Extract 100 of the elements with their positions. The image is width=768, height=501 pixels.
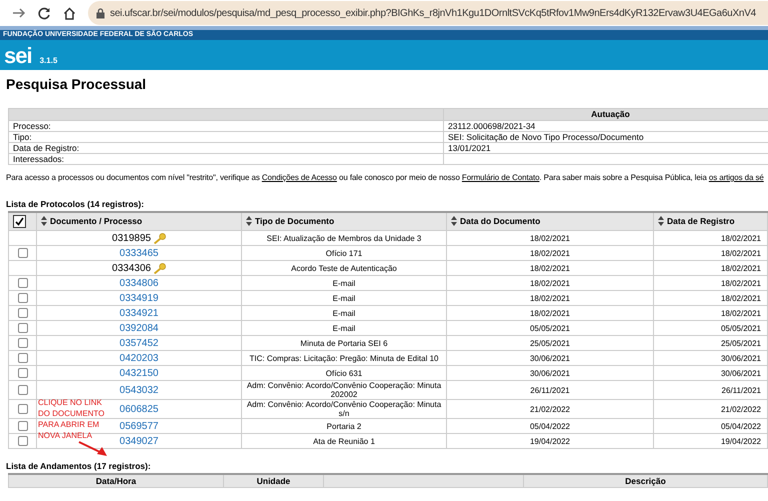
- table-cell: 26/11/2021: [446, 380, 654, 400]
- table-cell: 05/05/2021: [654, 320, 768, 336]
- table-cell: E-mail: [242, 290, 446, 306]
- row-checkbox[interactable]: [18, 385, 28, 395]
- table-cell: 18/02/2021: [446, 276, 654, 290]
- table-cell: Ofício 171: [242, 246, 446, 260]
- table-cell: SEI: Solicitação de Novo Tipo Processo/Documento: [444, 132, 768, 142]
- access-notice: Para acesso a processos ou documentos com nível "restrito", verifique as Condições de Acesso ou fale conosco por meio de nosso Formulário de Contato. Para saber mais sobre a Pesquisa Pública, leia os artigos da sé: [6, 172, 765, 184]
- column-header[interactable]: Documento / Processo: [36, 212, 242, 230]
- section-title: Lista de Andamentos (17 registros):: [6, 461, 152, 473]
- table-cell: Interessados:: [8, 154, 444, 164]
- column-header: Autuação: [444, 108, 768, 120]
- document-link[interactable]: 0334806: [120, 278, 158, 288]
- table-cell: 30/06/2021: [446, 366, 654, 380]
- table-cell: Minuta de Portaria SEI 6: [242, 336, 446, 350]
- column-header[interactable]: Data do Documento: [446, 212, 654, 230]
- text-link[interactable]: Formulário de Contato: [462, 173, 540, 182]
- column-header: Unidade: [256, 476, 290, 486]
- table-cell: 23112.000698/2021-34: [444, 120, 768, 132]
- table-cell: 18/02/2021: [654, 306, 768, 320]
- row-checkbox[interactable]: [18, 404, 28, 414]
- document-number: 0334306: [112, 264, 151, 272]
- column-header: Descrição: [625, 476, 666, 486]
- table-cell: 30/06/2021: [446, 350, 654, 366]
- table-cell: Adm: Convênio: Acordo/Convênio Cooperação: Minuta 202002: [242, 380, 446, 400]
- table-cell: 25/05/2021: [654, 336, 768, 350]
- table-cell: 13/01/2021: [444, 142, 768, 154]
- row-checkbox[interactable]: [18, 278, 28, 288]
- home-icon[interactable]: [63, 6, 76, 20]
- text-link[interactable]: os artigos da sé: [708, 173, 764, 182]
- table-cell: Ata de Reunião 1: [242, 434, 446, 448]
- table-cell: 05/04/2022: [446, 418, 654, 434]
- document-link[interactable]: 0334919: [120, 292, 158, 304]
- logo: sei: [4, 45, 32, 67]
- row-checkbox[interactable]: [18, 338, 28, 348]
- sort-icon[interactable]: [41, 216, 47, 226]
- table-cell: 18/02/2021: [654, 290, 768, 306]
- table-cell: E-mail: [242, 306, 446, 320]
- table-cell: Acordo Teste de Autenticação: [242, 260, 446, 276]
- row-checkbox[interactable]: [18, 421, 28, 431]
- table-cell: 18/02/2021: [446, 246, 654, 260]
- table-cell: 30/06/2021: [654, 350, 768, 366]
- row-checkbox[interactable]: [18, 353, 28, 363]
- table-cell: 25/05/2021: [446, 336, 654, 350]
- table-cell: 21/02/2022: [446, 400, 654, 418]
- table-cell: 30/06/2021: [654, 366, 768, 380]
- table-cell: 18/02/2021: [446, 306, 654, 320]
- column-header: Data/Hora: [96, 476, 136, 486]
- sort-icon[interactable]: [246, 216, 252, 226]
- forward-arrow-icon[interactable]: [12, 7, 26, 19]
- document-link[interactable]: 0357452: [120, 338, 158, 348]
- table-cell: Portaria 2: [242, 418, 446, 434]
- table-cell: E-mail: [242, 276, 446, 290]
- table-cell: 18/02/2021: [654, 276, 768, 290]
- document-link[interactable]: 0606825: [120, 404, 158, 414]
- table-cell: 18/02/2021: [654, 260, 768, 276]
- row-checkbox[interactable]: [18, 436, 28, 446]
- table-cell: Tipo:: [8, 132, 444, 142]
- table-cell: Processo:: [8, 120, 444, 132]
- table-cell: 26/11/2021: [654, 380, 768, 400]
- reload-icon[interactable]: [38, 6, 51, 20]
- row-checkbox[interactable]: [18, 323, 28, 333]
- row-checkbox[interactable]: [18, 308, 28, 318]
- table-cell: Ofício 631: [242, 366, 446, 380]
- table-cell: 18/02/2021: [446, 290, 654, 306]
- lock-icon: [96, 8, 105, 18]
- document-link[interactable]: 0349027: [120, 436, 158, 446]
- document-link[interactable]: 0333465: [120, 248, 158, 258]
- row-checkbox[interactable]: [18, 368, 28, 378]
- document-link[interactable]: 0432150: [120, 368, 158, 378]
- annotation-text: CLIQUE NO LINK DO DOCUMENTO PARA ABRIR EM NOVA JANELA: [38, 397, 106, 441]
- table-cell: 21/02/2022: [654, 400, 768, 418]
- version-text: 3.1.5: [40, 56, 58, 67]
- table-cell: 19/04/2022: [446, 434, 654, 448]
- table-cell: 18/02/2021: [654, 246, 768, 260]
- table-cell: 18/02/2021: [446, 230, 654, 246]
- document-link[interactable]: 0420203: [120, 352, 158, 364]
- sort-icon[interactable]: [658, 216, 664, 226]
- document-link[interactable]: 0543032: [120, 384, 158, 396]
- table-cell: Adm: Convênio: Acordo/Convênio Cooperação: Minuta s/n: [242, 400, 446, 418]
- document-link[interactable]: 0569577: [120, 420, 158, 432]
- key-icon: [152, 262, 166, 274]
- arrow-icon: [78, 441, 108, 457]
- row-checkbox[interactable]: [18, 293, 28, 303]
- table-cell: 18/02/2021: [654, 230, 768, 246]
- document-number: 0319895: [112, 234, 151, 242]
- select-all-checkbox[interactable]: [13, 215, 26, 228]
- column-header[interactable]: Tipo de Documento: [242, 212, 446, 230]
- document-link[interactable]: 0334921: [120, 308, 158, 318]
- table-cell: 05/04/2022: [654, 418, 768, 434]
- row-checkbox[interactable]: [18, 248, 28, 258]
- text-link[interactable]: Condições de Acesso: [262, 173, 337, 182]
- column-header[interactable]: Data de Registro: [654, 212, 768, 230]
- table-cell: 19/04/2022: [654, 434, 768, 448]
- address-bar[interactable]: sei.ufscar.br/sei/modulos/pesquisa/md_pesq_processo_exibir.php?BIGhKs_r8jnVh1Kgu1DOrnltSVcKq5tRfov1Mw9nErs4dKyR132Ervaw3U4EGa6uXnV4: [88, 1, 768, 25]
- table-cell: 18/02/2021: [446, 260, 654, 276]
- section-title: Lista de Protocolos (14 registros):: [6, 199, 145, 211]
- sort-icon[interactable]: [451, 216, 457, 226]
- document-link[interactable]: 0392084: [120, 322, 158, 334]
- table-cell: E-mail: [242, 320, 446, 336]
